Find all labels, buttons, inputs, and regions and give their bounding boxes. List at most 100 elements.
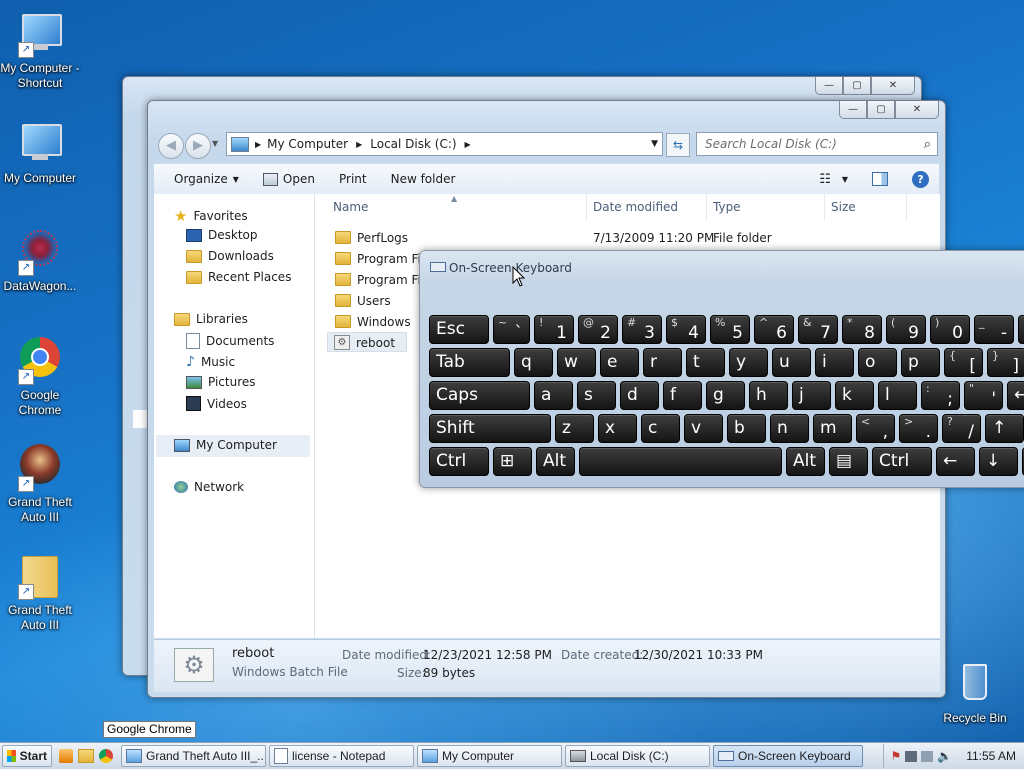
osk-key[interactable]: >.: [899, 414, 938, 443]
taskbar-button-my-computer[interactable]: My Computer: [417, 745, 562, 767]
osk-key[interactable]: n: [770, 414, 809, 443]
osk-key[interactable]: " ': [964, 381, 1003, 410]
clock[interactable]: 11:55 AM: [966, 749, 1016, 763]
osk-key[interactable]: (9: [886, 315, 926, 344]
nav-favorites[interactable]: ★ Favorites: [174, 207, 248, 225]
osk-key[interactable]: h: [749, 381, 788, 410]
osk-key[interactable]: r: [643, 348, 682, 377]
osk-key[interactable]: ) 0: [930, 315, 970, 344]
action-center-icon[interactable]: ⚑: [890, 749, 901, 763]
recent-pages-dropdown[interactable]: ▼: [212, 139, 218, 148]
view-options-button[interactable]: ☷ ▼: [807, 172, 860, 187]
refresh-button[interactable]: ⇆: [666, 133, 690, 157]
close-button[interactable]: ✕: [895, 101, 939, 119]
osk-key[interactable]: a: [534, 381, 573, 410]
desktop-icon-google-chrome[interactable]: ↗ Google Chrome: [0, 337, 80, 418]
print-button[interactable]: Print: [327, 172, 379, 186]
nav-network[interactable]: Network: [174, 480, 244, 494]
osk-key[interactable]: c: [641, 414, 680, 443]
osk-key-up-arrow[interactable]: ↑: [985, 414, 1024, 443]
preview-pane-button[interactable]: [860, 172, 900, 186]
desktop-icon-gta3-shortcut[interactable]: ↗ Grand Theft Auto III: [0, 444, 80, 525]
desktop-icon-datawagon[interactable]: ↗ DataWagon...: [0, 228, 80, 294]
address-dropdown-icon[interactable]: ▼: [651, 139, 658, 149]
osk-key-space[interactable]: [579, 447, 782, 476]
osk-key[interactable]: u: [772, 348, 811, 377]
osk-key[interactable]: f: [663, 381, 702, 410]
osk-key-esc[interactable]: Esc: [429, 315, 489, 344]
nav-music[interactable]: ♪ Music: [186, 354, 235, 370]
osk-key[interactable]: $4: [666, 315, 706, 344]
back-button[interactable]: ◀: [158, 133, 184, 159]
chrome-small-icon[interactable]: [99, 749, 113, 763]
desktop-icon-my-computer-shortcut[interactable]: ↗ My Computer - Shortcut: [0, 10, 80, 91]
address-bar[interactable]: ▶ My Computer ▶ Local Disk (C:) ▶ ▼: [226, 132, 663, 156]
osk-key[interactable]: z: [555, 414, 594, 443]
osk-key[interactable]: s: [577, 381, 616, 410]
osk-key[interactable]: i: [815, 348, 854, 377]
osk-key[interactable]: & 7: [798, 315, 838, 344]
osk-key[interactable]: ~ `: [493, 315, 530, 344]
breadcrumb-local-disk[interactable]: Local Disk (C:): [370, 137, 456, 151]
help-button[interactable]: ?: [900, 170, 939, 188]
desktop-icon-recycle-bin[interactable]: Recycle Bin: [935, 660, 1015, 726]
osk-key[interactable]: % 5: [710, 315, 750, 344]
nav-libraries[interactable]: Libraries: [174, 312, 248, 326]
osk-key[interactable]: v: [684, 414, 723, 443]
maximize-button[interactable]: ▢: [867, 101, 895, 119]
osk-key-alt[interactable]: Alt: [786, 447, 825, 476]
osk-key-menu[interactable]: ▤: [829, 447, 868, 476]
explorer-icon[interactable]: [78, 749, 94, 763]
osk-title-bar[interactable]: On-Screen Keyboard: [420, 251, 1024, 281]
minimize-button[interactable]: —: [839, 101, 867, 119]
osk-key[interactable]: x: [598, 414, 637, 443]
minimize-button[interactable]: —: [815, 77, 843, 95]
osk-key[interactable]: d: [620, 381, 659, 410]
network-tray-icon[interactable]: [905, 750, 918, 762]
osk-key-ctrl[interactable]: Ctrl: [429, 447, 489, 476]
column-header-date[interactable]: Date modified: [587, 194, 707, 220]
osk-key[interactable]: ^ 6: [754, 315, 794, 344]
taskbar-button-on-screen-keyboard[interactable]: On-Screen Keyboard: [713, 745, 863, 767]
nav-my-computer[interactable]: My Computer: [174, 438, 277, 452]
osk-key[interactable]: k: [835, 381, 874, 410]
osk-key[interactable]: * 8: [842, 315, 882, 344]
osk-key-tab[interactable]: Tab: [429, 348, 510, 377]
nav-recent-places[interactable]: Recent Places: [186, 270, 291, 284]
osk-key[interactable]: j: [792, 381, 831, 410]
osk-key[interactable]: b: [727, 414, 766, 443]
osk-key[interactable]: p: [901, 348, 940, 377]
file-row[interactable]: PerfLogs 7/13/2009 11:20 PM File folder: [315, 227, 940, 248]
desktop-icon-gta3-folder[interactable]: ↗ Grand Theft Auto III: [0, 552, 80, 633]
nav-pictures[interactable]: Pictures: [186, 375, 256, 389]
power-tray-icon[interactable]: [921, 750, 934, 762]
osk-key[interactable]: ? /: [942, 414, 981, 443]
osk-key-ctrl[interactable]: Ctrl: [872, 447, 932, 476]
taskbar-button-local-disk[interactable]: Local Disk (C:): [565, 745, 710, 767]
osk-key[interactable]: @2: [578, 315, 618, 344]
taskbar-button-gta3[interactable]: Grand Theft Auto III_...: [121, 745, 266, 767]
osk-key[interactable]: {[: [944, 348, 983, 377]
osk-key-alt[interactable]: Alt: [536, 447, 575, 476]
osk-key[interactable]: w: [557, 348, 596, 377]
nav-videos[interactable]: Videos: [186, 396, 247, 411]
column-header-type[interactable]: Type: [707, 194, 825, 220]
start-button[interactable]: Start: [2, 745, 52, 767]
osk-key[interactable]: +=: [1018, 315, 1024, 344]
osk-key[interactable]: }]: [987, 348, 1024, 377]
breadcrumb-my-computer[interactable]: My Computer: [267, 137, 348, 151]
osk-key[interactable]: y: [729, 348, 768, 377]
nav-documents[interactable]: Documents: [186, 333, 274, 349]
osk-key[interactable]: g: [706, 381, 745, 410]
close-button[interactable]: ✕: [871, 77, 915, 95]
nav-desktop[interactable]: Desktop: [186, 228, 258, 242]
forward-button[interactable]: ▶: [185, 133, 211, 159]
osk-key-caps-lock[interactable]: Caps: [429, 381, 530, 410]
organize-button[interactable]: Organize ▼: [154, 172, 251, 186]
osk-key[interactable]: q: [514, 348, 553, 377]
taskbar-button-notepad[interactable]: license - Notepad: [269, 745, 414, 767]
new-folder-button[interactable]: New folder: [379, 172, 468, 186]
search-field[interactable]: Search Local Disk (C:) ⌕: [696, 132, 938, 156]
osk-key[interactable]: ! 1: [534, 315, 574, 344]
osk-key[interactable]: <,: [856, 414, 895, 443]
